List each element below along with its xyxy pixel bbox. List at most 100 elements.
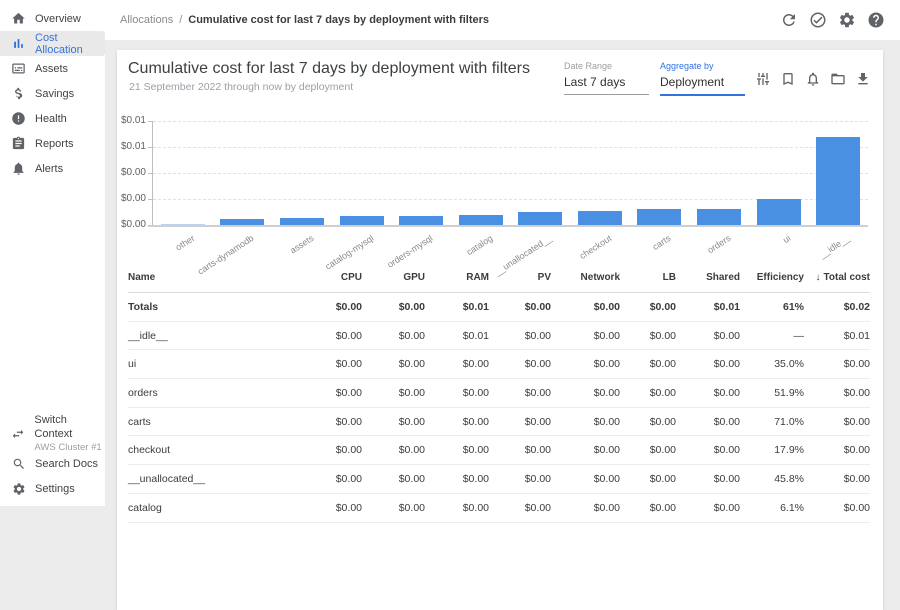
check-circle-icon[interactable] xyxy=(809,11,827,29)
bar-chart-icon xyxy=(11,36,26,51)
sidebar-item-label: Search Docs xyxy=(35,458,98,470)
column-header-total-cost[interactable]: ↓Total cost xyxy=(804,272,870,283)
sidebar-item-reports[interactable]: Reports xyxy=(0,131,105,156)
cell-total-cost: $0.01 xyxy=(804,330,870,342)
refresh-icon[interactable] xyxy=(780,11,798,29)
totals-row: Totals$0.00$0.00$0.01$0.00$0.00$0.00$0.0… xyxy=(128,293,870,322)
table-row-checkout[interactable]: checkout$0.00$0.00$0.00$0.00$0.00$0.00$0… xyxy=(128,436,870,465)
bar-unallocated[interactable] xyxy=(518,212,562,225)
cell-ram: $0.00 xyxy=(425,473,489,485)
notification-bell-icon[interactable] xyxy=(805,71,821,87)
bar-carts[interactable] xyxy=(637,209,681,225)
column-header-network[interactable]: Network xyxy=(551,272,620,283)
bar-checkout[interactable] xyxy=(578,211,622,225)
sidebar-item-search-docs[interactable]: Search Docs xyxy=(0,451,105,476)
cell-pv: $0.00 xyxy=(489,473,551,485)
column-header-lb[interactable]: LB xyxy=(620,272,676,283)
bar-carts-dynamodb[interactable] xyxy=(220,219,264,225)
column-header-ram[interactable]: RAM xyxy=(425,272,489,283)
cell-ram: $0.00 xyxy=(425,416,489,428)
cell-lb: $0.00 xyxy=(620,387,676,399)
column-header-gpu[interactable]: GPU xyxy=(362,272,425,283)
bar-orders[interactable] xyxy=(697,209,741,225)
cell-network: $0.00 xyxy=(551,473,620,485)
download-icon[interactable] xyxy=(855,71,871,87)
cell-pv: $0.00 xyxy=(489,387,551,399)
table-row-carts[interactable]: carts$0.00$0.00$0.00$0.00$0.00$0.00$0.00… xyxy=(128,408,870,437)
top-bar: Allocations / Cumulative cost for last 7… xyxy=(0,0,900,40)
cell-cpu: $0.00 xyxy=(300,416,362,428)
row-name: checkout xyxy=(128,444,300,456)
column-header-efficiency[interactable]: Efficiency xyxy=(740,272,804,283)
table-row-orders[interactable]: orders$0.00$0.00$0.00$0.00$0.00$0.00$0.0… xyxy=(128,379,870,408)
bar-other[interactable] xyxy=(161,224,205,225)
sidebar-item-label: Settings xyxy=(35,483,75,495)
x-axis-line xyxy=(148,225,868,227)
cell-gpu: $0.00 xyxy=(362,444,425,456)
cell-efficiency: 45.8% xyxy=(740,473,804,485)
breadcrumb-current-page: Cumulative cost for last 7 days by deplo… xyxy=(188,14,489,26)
table-row-ui[interactable]: ui$0.00$0.00$0.00$0.00$0.00$0.00$0.0035.… xyxy=(128,350,870,379)
cell-ram: $0.01 xyxy=(425,330,489,342)
bar-catalog[interactable] xyxy=(459,215,503,225)
cell-efficiency: 35.0% xyxy=(740,358,804,370)
cell-efficiency: — xyxy=(740,330,804,342)
breadcrumb-allocations-link[interactable]: Allocations xyxy=(120,14,173,26)
row-name: carts xyxy=(128,416,300,428)
y-axis-tick xyxy=(148,147,153,148)
sidebar-item-assets[interactable]: Assets xyxy=(0,56,105,81)
column-header-name[interactable]: Name xyxy=(128,272,300,283)
help-icon[interactable] xyxy=(867,11,885,29)
reports-icon xyxy=(11,136,26,151)
sidebar-item-savings[interactable]: Savings xyxy=(0,81,105,106)
cell-efficiency: 71.0% xyxy=(740,416,804,428)
bar-catalog-mysql[interactable] xyxy=(340,216,384,225)
sidebar-item-settings[interactable]: Settings xyxy=(0,476,105,501)
y-axis-label: $0.00 xyxy=(104,167,146,178)
bar-orders-mysql[interactable] xyxy=(399,216,443,225)
aggregate-by-label: Aggregate by xyxy=(660,61,745,71)
table-row-idle[interactable]: __idle__$0.00$0.00$0.01$0.00$0.00$0.00$0… xyxy=(128,322,870,351)
sidebar-item-alerts[interactable]: Alerts xyxy=(0,156,105,181)
sidebar-item-health[interactable]: Health xyxy=(0,106,105,131)
sidebar-item-overview[interactable]: Overview xyxy=(0,6,105,31)
home-icon xyxy=(11,11,26,26)
row-name: __idle__ xyxy=(128,330,300,342)
assets-icon xyxy=(11,61,26,76)
cell-cpu: $0.00 xyxy=(300,358,362,370)
bar-idle[interactable] xyxy=(816,137,860,225)
cell-gpu: $0.00 xyxy=(362,416,425,428)
table-row-catalog[interactable]: catalog$0.00$0.00$0.00$0.00$0.00$0.00$0.… xyxy=(128,494,870,523)
bar-ui[interactable] xyxy=(757,199,801,225)
cell-ram: $0.00 xyxy=(425,444,489,456)
row-name: catalog xyxy=(128,502,300,514)
folder-icon[interactable] xyxy=(830,71,846,87)
sidebar-item-label: Cost Allocation xyxy=(35,32,105,56)
y-axis-tick xyxy=(148,121,153,122)
cell-gpu: $0.00 xyxy=(362,387,425,399)
sidebar-item-label: Alerts xyxy=(35,163,63,175)
cell-pv: $0.00 xyxy=(489,358,551,370)
sidebar-item-switch-context[interactable]: Switch ContextAWS Cluster #1 xyxy=(0,417,105,451)
cell-lb: $0.00 xyxy=(620,416,676,428)
cell-cpu: $0.00 xyxy=(300,387,362,399)
cell-ram: $0.00 xyxy=(425,358,489,370)
cell-ram: $0.00 xyxy=(425,387,489,399)
cost-bar-chart: $0.00$0.00$0.00$0.01$0.01othercarts-dyna… xyxy=(152,121,868,225)
date-range-label: Date Range xyxy=(564,61,649,71)
table-row-unallocated[interactable]: __unallocated__$0.00$0.00$0.00$0.00$0.00… xyxy=(128,465,870,494)
column-header-pv[interactable]: PV xyxy=(489,272,551,283)
sidebar-item-cost-allocation[interactable]: Cost Allocation xyxy=(0,31,105,56)
tune-icon[interactable] xyxy=(755,71,771,87)
date-range-select[interactable]: Last 7 days xyxy=(564,75,649,95)
row-name: Totals xyxy=(128,301,300,313)
settings-gear-icon[interactable] xyxy=(838,11,856,29)
column-header-shared[interactable]: Shared xyxy=(676,272,740,283)
column-header-cpu[interactable]: CPU xyxy=(300,272,362,283)
bookmark-icon[interactable] xyxy=(780,71,796,87)
cell-shared: $0.00 xyxy=(676,473,740,485)
bar-assets[interactable] xyxy=(280,218,324,225)
aggregate-by-select[interactable]: Deployment xyxy=(660,75,745,96)
cell-gpu: $0.00 xyxy=(362,502,425,514)
cell-shared: $0.00 xyxy=(676,358,740,370)
